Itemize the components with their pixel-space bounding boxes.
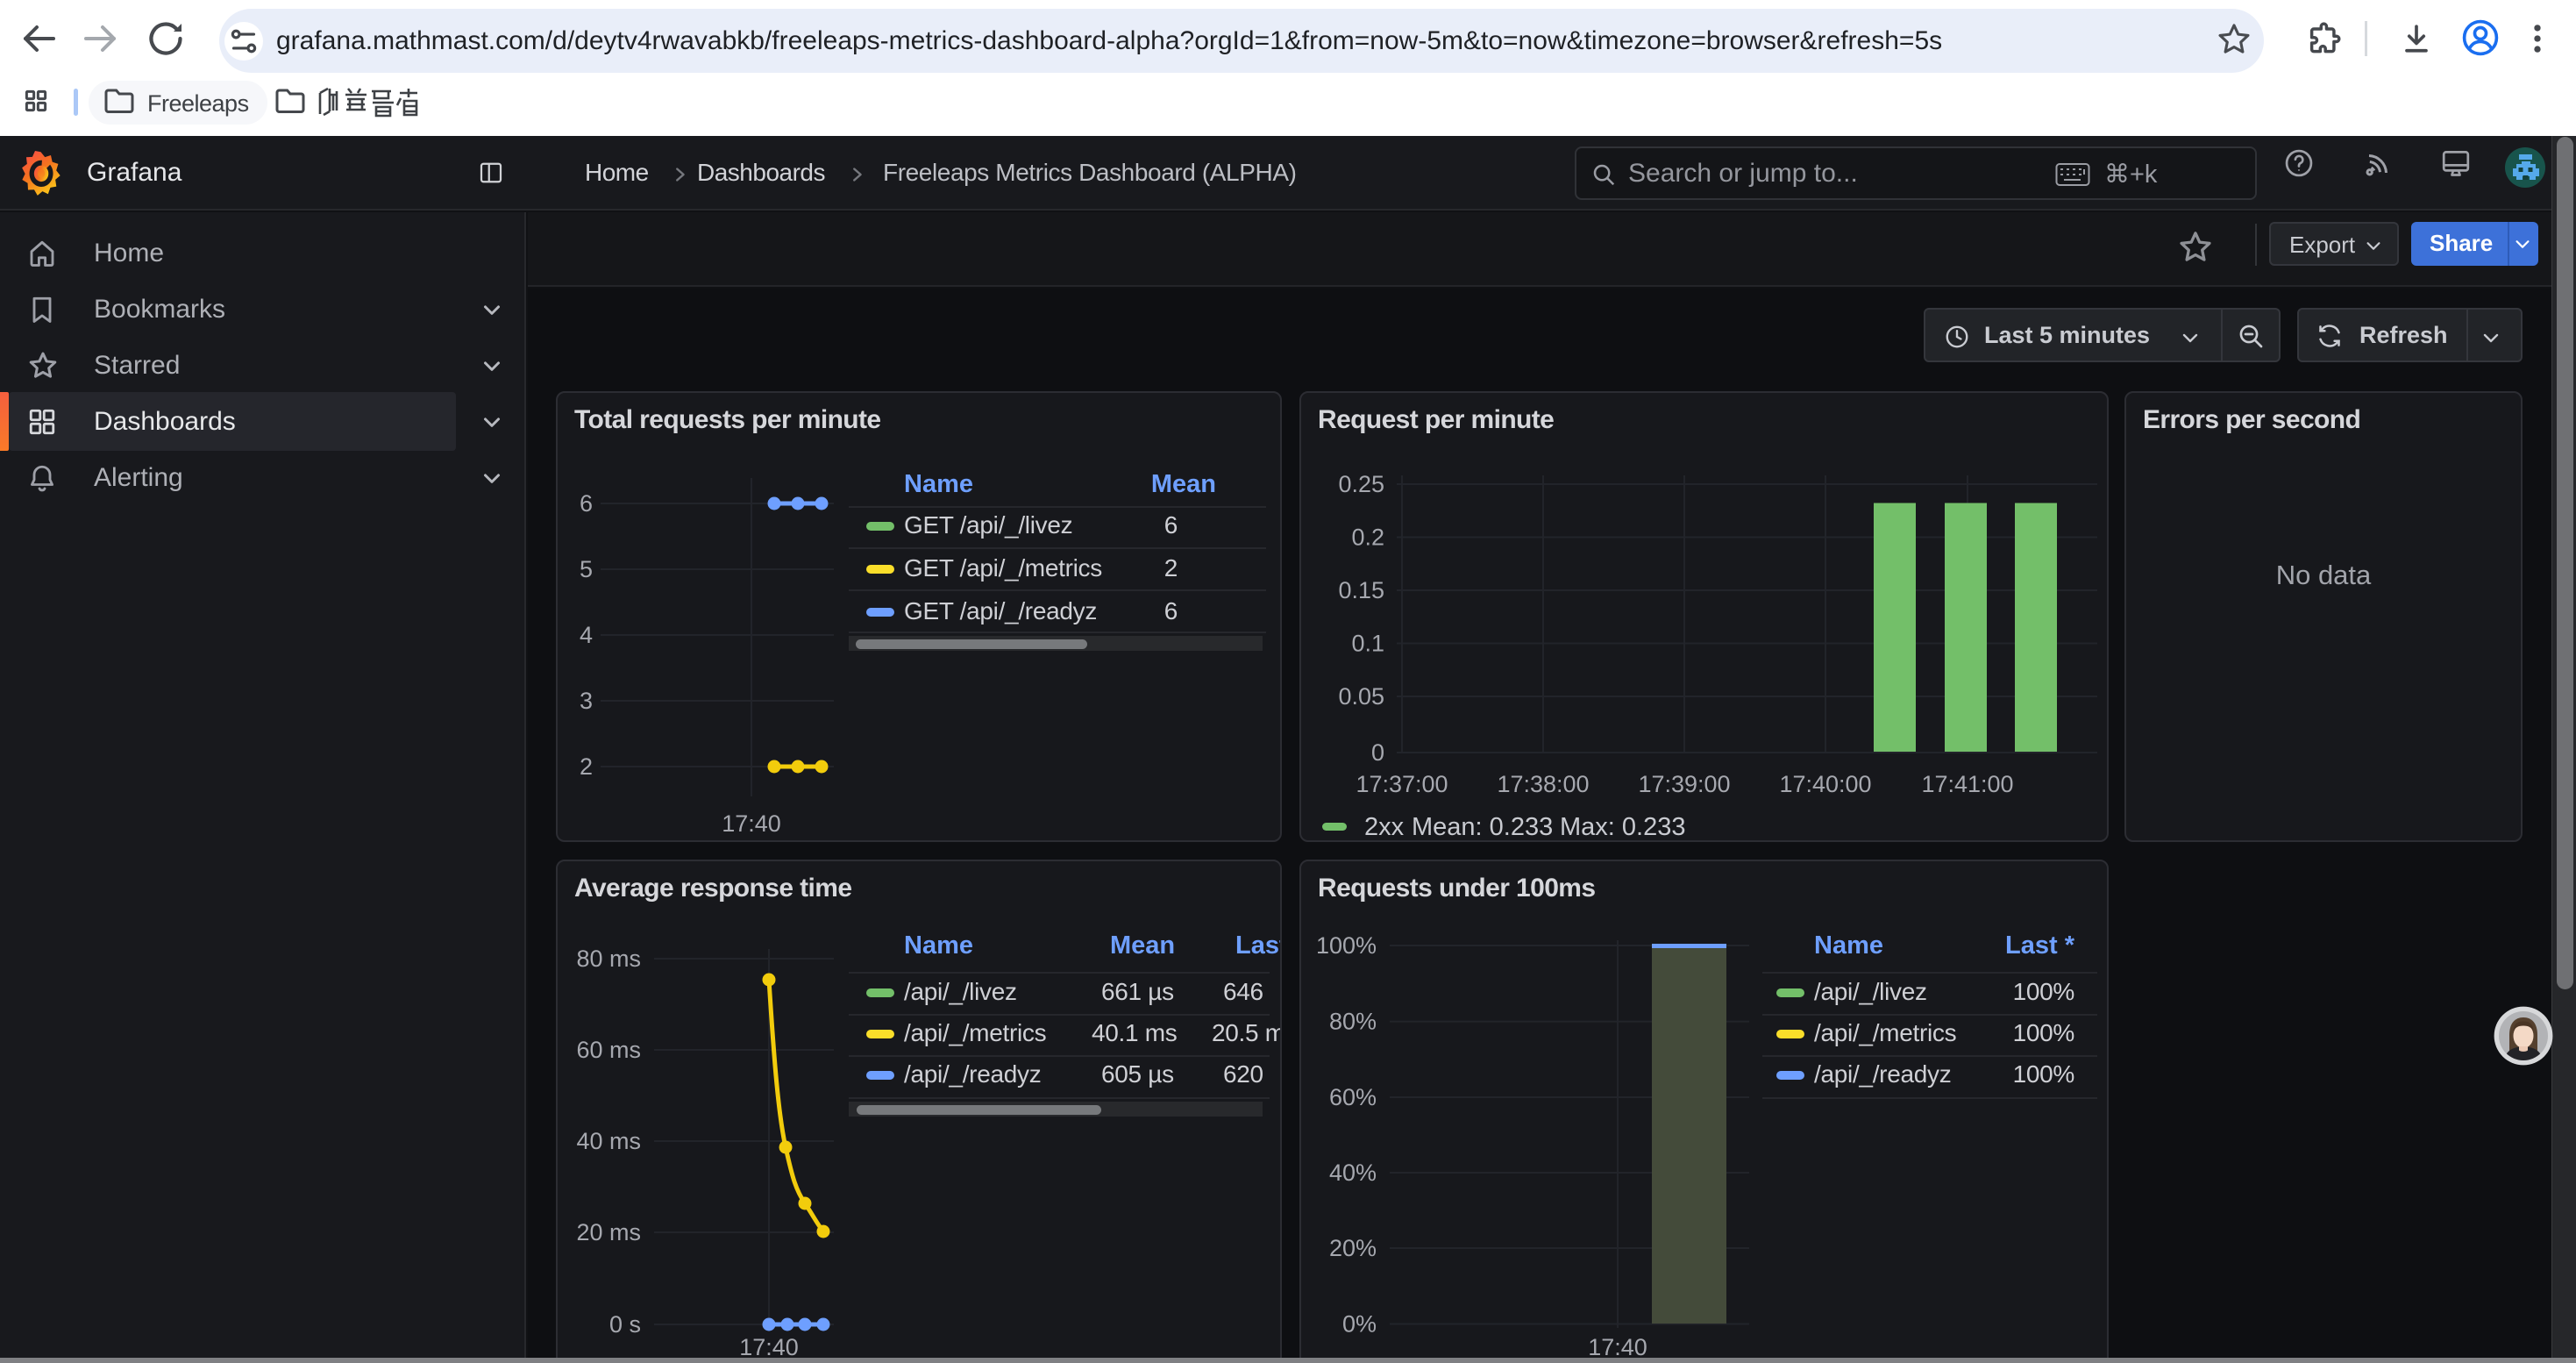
svg-text:20 ms: 20 ms bbox=[576, 1219, 641, 1245]
svg-text:0.25: 0.25 bbox=[1338, 471, 1384, 497]
svg-text:0%: 0% bbox=[1342, 1311, 1377, 1338]
svg-text:17:41:00: 17:41:00 bbox=[1921, 771, 2013, 797]
svg-text:0.15: 0.15 bbox=[1338, 577, 1384, 603]
svg-text:0.2: 0.2 bbox=[1351, 525, 1384, 551]
svg-text:17:38:00: 17:38:00 bbox=[1497, 771, 1589, 797]
svg-text:20%: 20% bbox=[1329, 1235, 1377, 1261]
svg-text:0.05: 0.05 bbox=[1338, 683, 1384, 710]
svg-text:40%: 40% bbox=[1329, 1160, 1377, 1186]
svg-text:17:40: 17:40 bbox=[739, 1334, 799, 1360]
svg-text:6: 6 bbox=[580, 490, 593, 517]
svg-text:60 ms: 60 ms bbox=[576, 1037, 641, 1063]
svg-text:2: 2 bbox=[580, 753, 593, 780]
svg-text:40 ms: 40 ms bbox=[576, 1128, 641, 1154]
svg-text:100%: 100% bbox=[1316, 932, 1377, 959]
svg-text:17:37:00: 17:37:00 bbox=[1356, 771, 1448, 797]
svg-text:17:39:00: 17:39:00 bbox=[1638, 771, 1730, 797]
svg-text:Max: 0.233: Max: 0.233 bbox=[1560, 813, 1685, 840]
svg-text:0 s: 0 s bbox=[609, 1311, 641, 1338]
svg-text:17:40: 17:40 bbox=[1588, 1334, 1647, 1360]
svg-text:4: 4 bbox=[580, 622, 593, 648]
svg-text:80%: 80% bbox=[1329, 1009, 1377, 1035]
svg-text:2xx: 2xx bbox=[1364, 813, 1405, 840]
svg-text:80 ms: 80 ms bbox=[576, 946, 641, 972]
svg-text:5: 5 bbox=[580, 556, 593, 582]
svg-text:Mean: 0.233: Mean: 0.233 bbox=[1412, 813, 1553, 840]
svg-text:60%: 60% bbox=[1329, 1084, 1377, 1110]
svg-text:3: 3 bbox=[580, 688, 593, 714]
svg-text:17:40: 17:40 bbox=[722, 810, 781, 837]
svg-text:0: 0 bbox=[1371, 739, 1384, 766]
svg-text:17:40:00: 17:40:00 bbox=[1779, 771, 1871, 797]
svg-text:0.1: 0.1 bbox=[1351, 631, 1384, 657]
